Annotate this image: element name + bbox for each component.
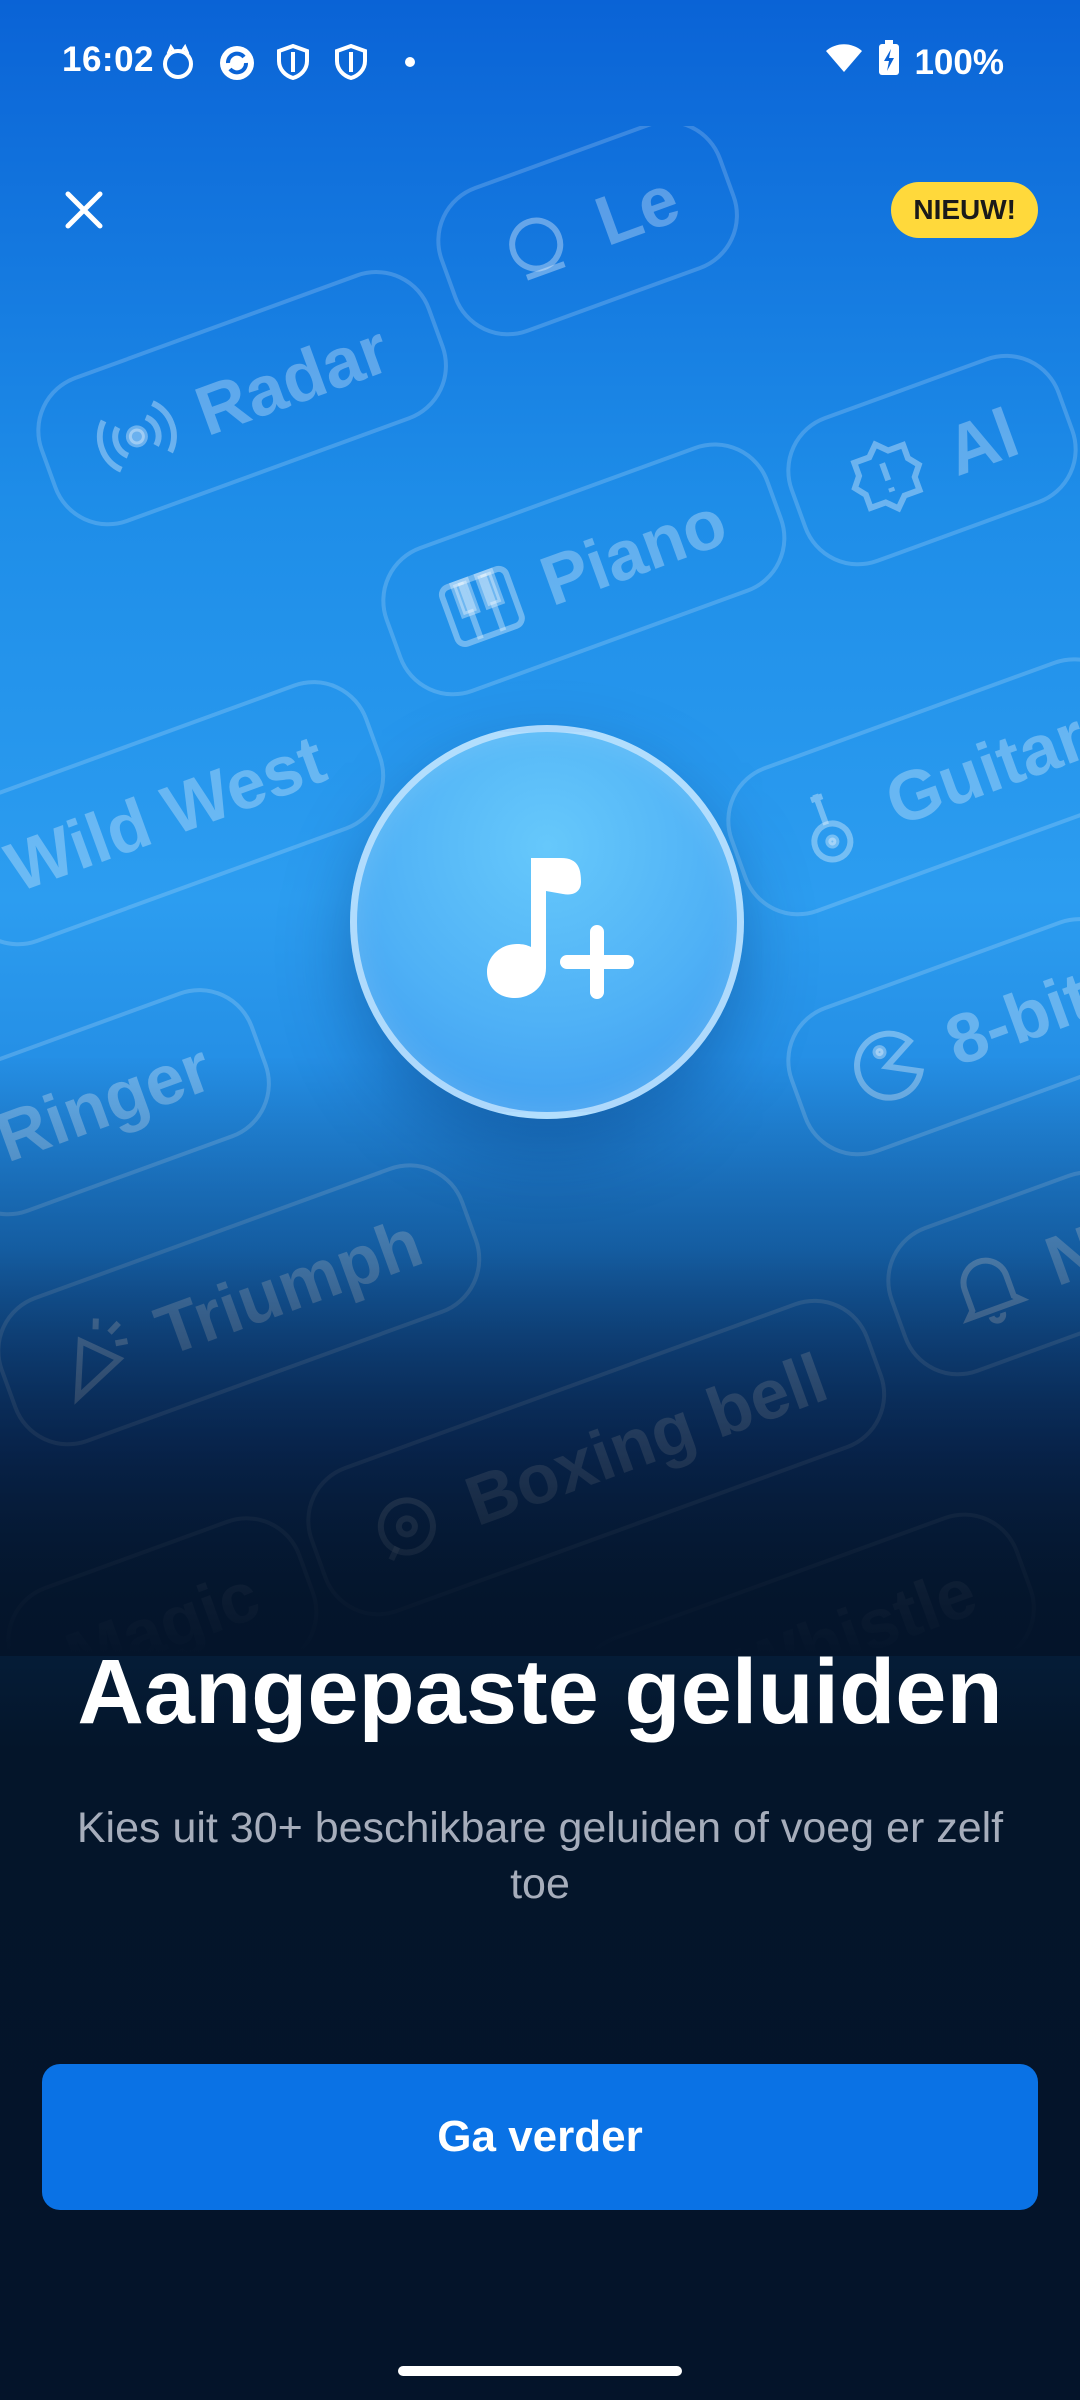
bell-icon (356, 1475, 459, 1578)
notification-icons (160, 43, 428, 81)
sync-notification-icon (218, 44, 254, 80)
home-indicator[interactable] (398, 2366, 682, 2376)
sound-label: N (1035, 1209, 1080, 1301)
new-badge: NIEUW! (891, 182, 1038, 238)
sound-pill: Wild West (0, 663, 402, 963)
sound-pill: 8-bit (770, 900, 1080, 1173)
sound-label: Triumph (145, 1202, 432, 1371)
sound-label: 8-bit (935, 956, 1080, 1081)
sound-label: Ringer (0, 1027, 221, 1177)
continue-button[interactable]: Ga verder (42, 2064, 1038, 2210)
sound-pill: Ringer (0, 971, 287, 1233)
page-subtitle: Kies uit 30+ beschikbare geluiden of voe… (76, 1804, 1004, 1908)
radar-icon (86, 385, 189, 488)
piano-icon (431, 555, 534, 658)
sound-pill: Magic (0, 1499, 336, 1656)
battery-percent: 100% (914, 42, 1004, 82)
party-horn-icon (46, 1305, 149, 1408)
wifi-icon (824, 42, 864, 83)
sound-label: Al (935, 393, 1029, 491)
status-time: 16:02 (62, 40, 155, 79)
sound-pill: Piano (365, 426, 803, 713)
guitar-icon (776, 775, 879, 878)
battery-charging-icon (878, 40, 900, 85)
pacman-icon (836, 1015, 939, 1118)
sound-label: Le (585, 159, 690, 261)
sound-pill: Al (770, 337, 1080, 583)
alarm-bell-icon (486, 195, 589, 298)
page-title: Aangepaste geluiden (77, 1641, 1003, 1743)
music-note-plus-icon (350, 725, 744, 1119)
system-status: 100% (824, 40, 1004, 85)
sound-label: Boxing bell (455, 1338, 837, 1541)
close-button[interactable] (56, 184, 112, 240)
sound-label: Radar (185, 309, 399, 451)
shield-notification-icon (334, 43, 370, 81)
notification-bell-icon (936, 1235, 1039, 1338)
alert-icon (836, 425, 939, 528)
dot-icon (392, 44, 428, 80)
sound-label: Guitar (875, 696, 1080, 841)
sound-pill: Radar (20, 253, 465, 543)
sound-label: Wild West (0, 719, 336, 907)
sound-pill: Guitar (710, 640, 1080, 933)
sound-label: Piano (530, 482, 737, 621)
status-bar: 16:02 100% (0, 0, 1080, 126)
close-icon (62, 188, 106, 237)
sound-pill: N (870, 1154, 1080, 1393)
sound-pill: Le (420, 126, 755, 353)
shield-notification-icon (276, 43, 312, 81)
cat-notification-icon (160, 43, 196, 80)
